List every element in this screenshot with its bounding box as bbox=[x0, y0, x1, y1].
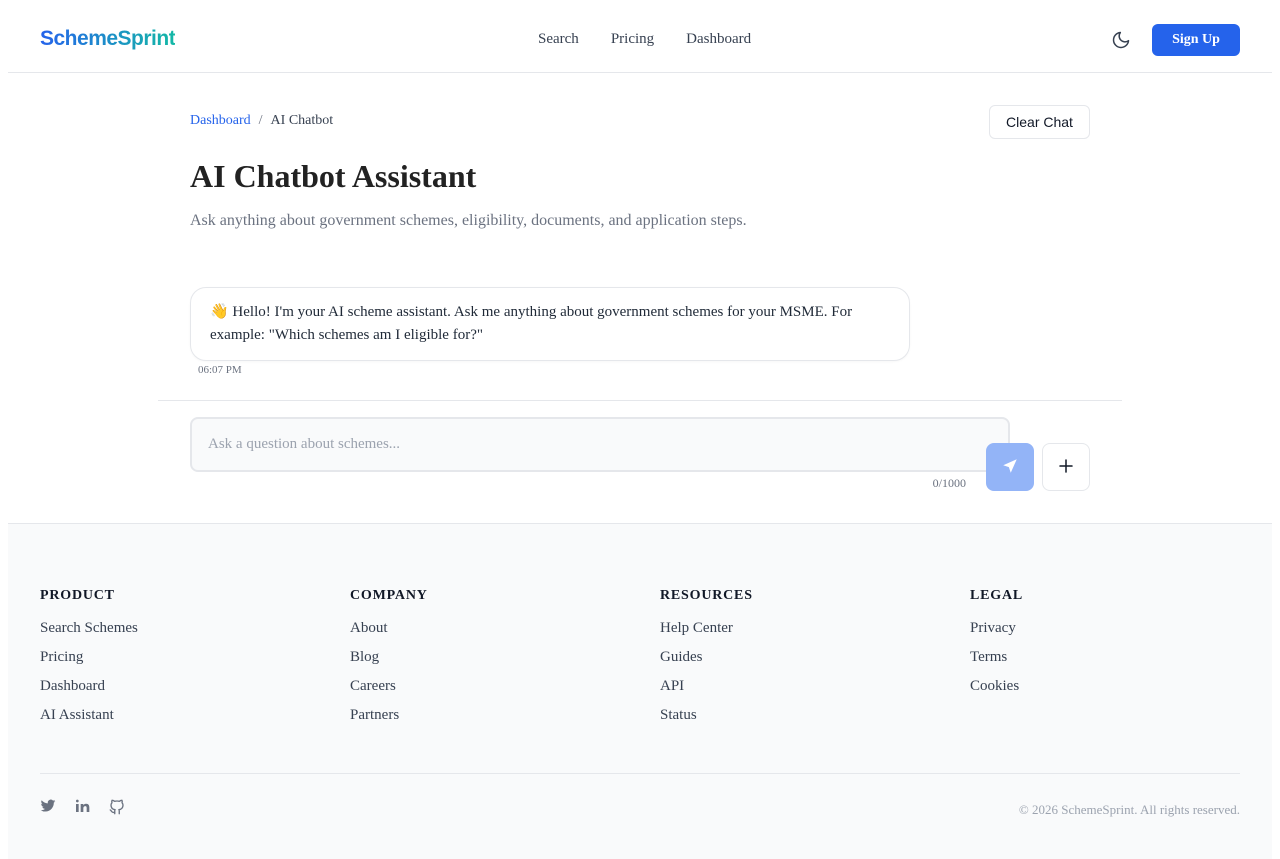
footer-link-status[interactable]: Status bbox=[660, 707, 753, 736]
footer-heading: RESOURCES bbox=[660, 588, 753, 603]
logo[interactable]: SchemeSprint bbox=[40, 27, 176, 51]
clear-chat-button[interactable]: Clear Chat bbox=[989, 105, 1090, 139]
footer-link-search-schemes[interactable]: Search Schemes bbox=[40, 620, 138, 649]
footer-link-guides[interactable]: Guides bbox=[660, 649, 753, 678]
footer-link-pricing[interactable]: Pricing bbox=[40, 649, 138, 678]
page-subtitle: Ask anything about government schemes, e… bbox=[190, 212, 747, 229]
footer-link-about[interactable]: About bbox=[350, 620, 428, 649]
breadcrumb: Dashboard / AI Chatbot bbox=[190, 113, 333, 129]
moon-icon[interactable] bbox=[1111, 30, 1131, 50]
chat-divider bbox=[158, 400, 1122, 401]
footer-heading: PRODUCT bbox=[40, 588, 115, 603]
footer-link-careers[interactable]: Careers bbox=[350, 678, 428, 707]
copyright-text: © 2026 SchemeSprint. All rights reserved… bbox=[1018, 802, 1240, 817]
sign-up-button[interactable]: Sign Up bbox=[1152, 24, 1240, 56]
footer-column-resources: RESOURCES Help Center Guides API Status bbox=[660, 588, 753, 736]
chat-input[interactable] bbox=[190, 417, 1010, 472]
breadcrumb-current: AI Chatbot bbox=[270, 113, 334, 128]
main-nav: Search Pricing Dashboard bbox=[538, 31, 751, 48]
linkedin-icon[interactable] bbox=[74, 798, 90, 814]
footer-column-product: PRODUCT Search Schemes Pricing Dashboard… bbox=[40, 588, 138, 736]
footer: PRODUCT Search Schemes Pricing Dashboard… bbox=[8, 523, 1272, 859]
github-icon[interactable] bbox=[108, 798, 124, 815]
footer-link-blog[interactable]: Blog bbox=[350, 649, 428, 678]
footer-link-privacy[interactable]: Privacy bbox=[970, 620, 1023, 649]
footer-link-terms[interactable]: Terms bbox=[970, 649, 1023, 678]
page: SchemeSprint Search Pricing Dashboard Si… bbox=[8, 0, 1272, 859]
plus-icon bbox=[1057, 457, 1075, 478]
footer-link-cookies[interactable]: Cookies bbox=[970, 678, 1023, 707]
assistant-message-bubble: 👋 Hello! I'm your AI scheme assistant. A… bbox=[190, 287, 910, 361]
breadcrumb-dashboard-link[interactable]: Dashboard bbox=[190, 113, 251, 129]
footer-column-company: COMPANY About Blog Careers Partners bbox=[350, 588, 428, 736]
message-timestamp: 06:07 PM bbox=[198, 364, 242, 376]
page-title: AI Chatbot Assistant bbox=[190, 158, 477, 194]
twitter-icon[interactable] bbox=[40, 798, 56, 814]
add-attachment-button[interactable] bbox=[1042, 443, 1090, 491]
footer-column-legal: LEGAL Privacy Terms Cookies bbox=[970, 588, 1023, 707]
social-links bbox=[40, 798, 124, 815]
send-button[interactable] bbox=[986, 443, 1034, 491]
footer-link-api[interactable]: API bbox=[660, 678, 753, 707]
breadcrumb-separator: / bbox=[258, 113, 263, 128]
nav-pricing[interactable]: Pricing bbox=[611, 31, 654, 48]
nav-search[interactable]: Search bbox=[538, 31, 579, 48]
character-counter: 0/1000 bbox=[932, 476, 966, 490]
footer-heading: COMPANY bbox=[350, 588, 428, 603]
footer-link-ai-assistant[interactable]: AI Assistant bbox=[40, 707, 138, 736]
message-text: 👋 Hello! I'm your AI scheme assistant. A… bbox=[210, 304, 853, 343]
footer-heading: LEGAL bbox=[970, 588, 1024, 603]
footer-link-help-center[interactable]: Help Center bbox=[660, 620, 753, 649]
footer-link-partners[interactable]: Partners bbox=[350, 707, 428, 736]
footer-link-dashboard[interactable]: Dashboard bbox=[40, 678, 138, 707]
send-icon bbox=[1001, 457, 1019, 478]
nav-dashboard[interactable]: Dashboard bbox=[686, 31, 751, 48]
footer-divider bbox=[40, 773, 1240, 774]
top-navbar: SchemeSprint Search Pricing Dashboard Si… bbox=[8, 0, 1272, 73]
